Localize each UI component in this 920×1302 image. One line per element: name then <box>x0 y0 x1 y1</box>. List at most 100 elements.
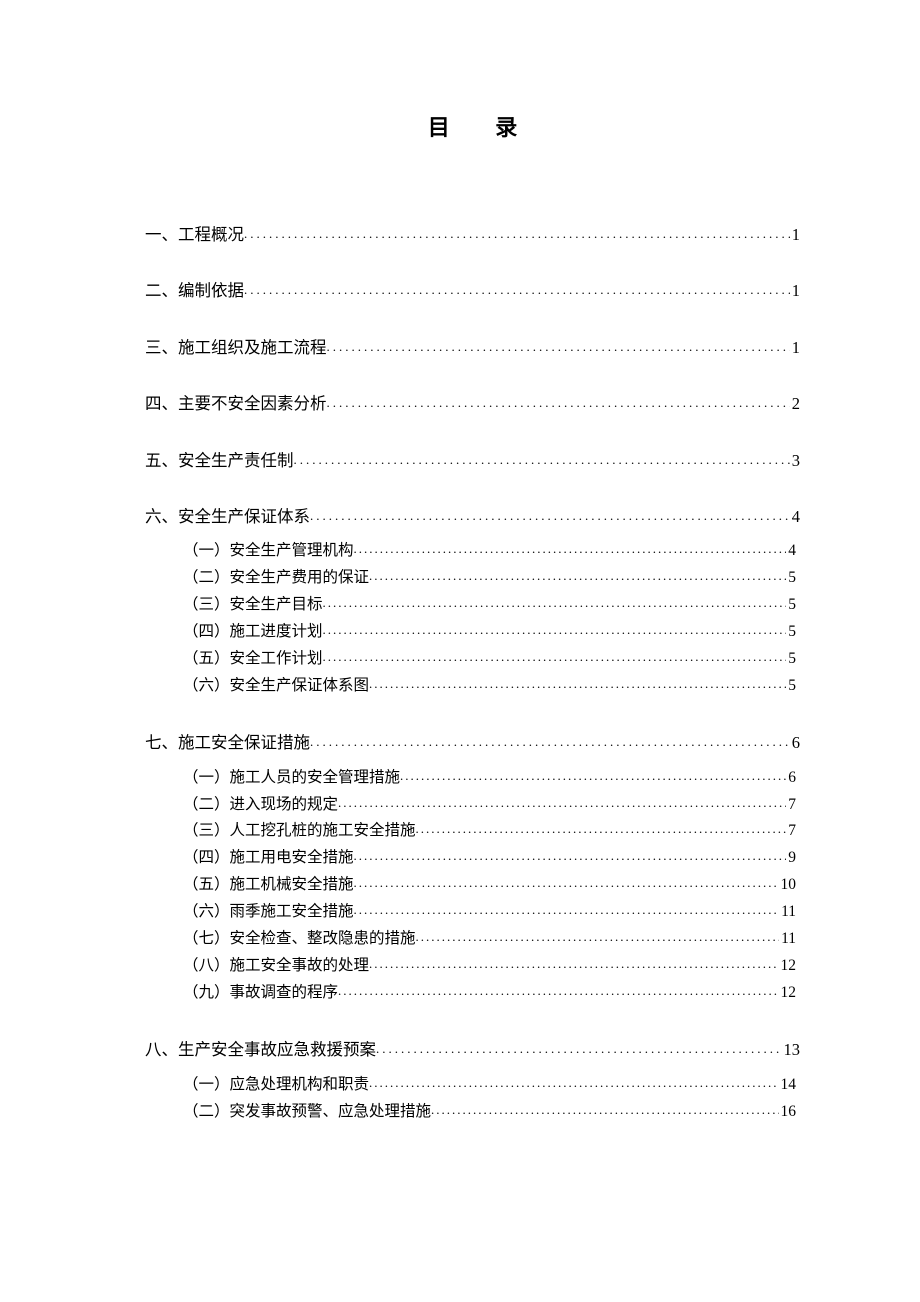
toc-leader-dots <box>369 1072 778 1095</box>
toc-entry-page: 14 <box>779 1072 801 1099</box>
toc-level2-entry: （七）安全检查、整改隐患的措施 11 <box>145 926 800 953</box>
toc-leader-dots <box>338 792 786 815</box>
toc-entry-label: （三）安全生产目标 <box>183 592 323 619</box>
toc-entry-label: （七）安全检查、整改隐患的措施 <box>183 926 416 953</box>
toc-level1-entry: 二、编制依据 1 <box>145 278 800 304</box>
toc-entry-page: 10 <box>779 872 801 899</box>
toc-entry-page: 16 <box>779 1099 801 1126</box>
toc-entry-label: （四）施工进度计划 <box>183 619 323 646</box>
toc-entry-label: 一、工程概况 <box>145 222 244 248</box>
toc-entry-page: 9 <box>786 845 800 872</box>
toc-leader-dots <box>400 765 786 788</box>
toc-entry-label: （四）施工用电安全措施 <box>183 845 354 872</box>
toc-leader-dots <box>369 565 786 588</box>
toc-level2-entry: （六）雨季施工安全措施 11 <box>145 899 800 926</box>
toc-leader-dots <box>310 506 790 527</box>
toc-level2-entry: （八）施工安全事故的处理 12 <box>145 953 800 980</box>
toc-leader-dots <box>354 845 787 868</box>
toc-level1-entry: 五、安全生产责任制 3 <box>145 448 800 474</box>
toc-entry-page: 5 <box>786 592 800 619</box>
toc-leader-dots <box>354 872 779 895</box>
toc-level2-entry: （二）突发事故预警、应急处理措施 16 <box>145 1099 800 1126</box>
toc-level2-entry: （三）安全生产目标 5 <box>145 592 800 619</box>
toc-entry-page: 7 <box>786 792 800 819</box>
toc-leader-dots <box>327 393 790 414</box>
toc-leader-dots <box>416 926 780 949</box>
toc-entry-label: （九）事故调查的程序 <box>183 980 338 1007</box>
toc-leader-dots <box>323 619 787 642</box>
toc-entry-page: 11 <box>779 926 800 953</box>
page-title: 目 录 <box>145 110 800 142</box>
toc-level2-entry: （四）施工用电安全措施 9 <box>145 845 800 872</box>
toc-entry-label: （六）雨季施工安全措施 <box>183 899 354 926</box>
toc-entry-page: 5 <box>786 565 800 592</box>
toc-level2-group: （一）安全生产管理机构4（二）安全生产费用的保证 5（三）安全生产目标 5（四）… <box>145 538 800 700</box>
toc-leader-dots <box>244 224 790 245</box>
toc-level2-entry: （六）安全生产保证体系图 5 <box>145 673 800 700</box>
toc-entry-label: 六、安全生产保证体系 <box>145 504 310 530</box>
toc-entry-label: （八）施工安全事故的处理 <box>183 953 369 980</box>
toc-leader-dots <box>310 732 790 753</box>
toc-entry-label: （五）施工机械安全措施 <box>183 872 354 899</box>
toc-entry-label: （二）进入现场的规定 <box>183 792 338 819</box>
toc-leader-dots <box>369 673 786 696</box>
toc-leader-dots <box>244 280 790 301</box>
toc-entry-label: （二）突发事故预警、应急处理措施 <box>183 1099 431 1126</box>
toc-entry-page: 1 <box>790 278 800 304</box>
toc-level2-entry: （一）安全生产管理机构 4 <box>145 538 800 565</box>
toc-entry-label: （三）人工挖孔桩的施工安全措施 <box>183 818 416 845</box>
toc-entry-page: 12 <box>779 953 801 980</box>
toc-level1-entry: 一、工程概况 1 <box>145 222 800 248</box>
toc-leader-dots <box>327 337 790 358</box>
toc-entry-page: 6 <box>786 765 800 792</box>
toc-entry-page: 5 <box>786 619 800 646</box>
toc-entry-page: 2 <box>790 391 800 417</box>
toc-page: 目 录 一、工程概况 1 二、编制依据 1 三、施工组织及施工流程 1 四、主要不安全因素分… <box>0 0 920 1226</box>
toc-entry-label: 二、编制依据 <box>145 278 244 304</box>
toc-entry-label: 四、主要不安全因素分析 <box>145 391 327 417</box>
toc-level2-entry: （三）人工挖孔桩的施工安全措施7 <box>145 818 800 845</box>
toc-leader-dots <box>323 646 787 669</box>
toc-entry-label: （二）安全生产费用的保证 <box>183 565 369 592</box>
toc-leader-dots <box>338 980 778 1003</box>
toc-entry-page: 5 <box>786 646 800 673</box>
toc-leader-dots <box>294 450 790 471</box>
toc-level2-entry: （一）施工人员的安全管理措施 6 <box>145 765 800 792</box>
toc-entry-label: （一）应急处理机构和职责 <box>183 1072 369 1099</box>
toc-level1-entry: 三、施工组织及施工流程 1 <box>145 335 800 361</box>
toc-entry-page: 11 <box>779 899 800 926</box>
toc-level1-entry: 八、生产安全事故应急救援预案 13 <box>145 1037 800 1063</box>
toc-entry-label: （一）施工人员的安全管理措施 <box>183 765 400 792</box>
toc-level1-entry: 四、主要不安全因素分析 2 <box>145 391 800 417</box>
toc-entry-label: 五、安全生产责任制 <box>145 448 294 474</box>
toc-entry-page: 12 <box>779 980 801 1007</box>
toc-entry-page: 4 <box>790 504 800 530</box>
toc-entry-page: 6 <box>790 730 800 756</box>
toc-entry-page: 1 <box>790 222 800 248</box>
toc-level2-group: （一）应急处理机构和职责 14（二）突发事故预警、应急处理措施 16 <box>145 1072 800 1126</box>
toc-level2-entry: （九）事故调查的程序 12 <box>145 980 800 1007</box>
toc-level2-entry: （五）安全工作计划 5 <box>145 646 800 673</box>
toc-entry-label: 三、施工组织及施工流程 <box>145 335 327 361</box>
toc-list: 一、工程概况 1 二、编制依据 1 三、施工组织及施工流程 1 四、主要不安全因素分析 2 五、… <box>145 222 800 1126</box>
toc-entry-label: （一）安全生产管理机构 <box>183 538 354 565</box>
toc-leader-dots <box>376 1039 782 1060</box>
toc-level2-entry: （五）施工机械安全措施 10 <box>145 872 800 899</box>
toc-entry-page: 4 <box>786 538 800 565</box>
toc-leader-dots <box>323 592 787 615</box>
toc-leader-dots <box>369 953 778 976</box>
toc-level2-entry: （四）施工进度计划 5 <box>145 619 800 646</box>
toc-entry-label: （五）安全工作计划 <box>183 646 323 673</box>
toc-entry-page: 5 <box>786 673 800 700</box>
toc-leader-dots <box>416 818 787 841</box>
toc-entry-label: 七、施工安全保证措施 <box>145 730 310 756</box>
toc-entry-page: 3 <box>790 448 800 474</box>
toc-entry-label: 八、生产安全事故应急救援预案 <box>145 1037 376 1063</box>
toc-leader-dots <box>354 538 787 561</box>
toc-entry-page: 13 <box>782 1037 801 1063</box>
toc-level2-entry: （一）应急处理机构和职责 14 <box>145 1072 800 1099</box>
toc-leader-dots <box>431 1099 778 1122</box>
toc-entry-page: 1 <box>790 335 800 361</box>
toc-level2-group: （一）施工人员的安全管理措施6（二）进入现场的规定 7（三）人工挖孔桩的施工安全… <box>145 765 800 1008</box>
toc-level2-entry: （二）进入现场的规定 7 <box>145 792 800 819</box>
